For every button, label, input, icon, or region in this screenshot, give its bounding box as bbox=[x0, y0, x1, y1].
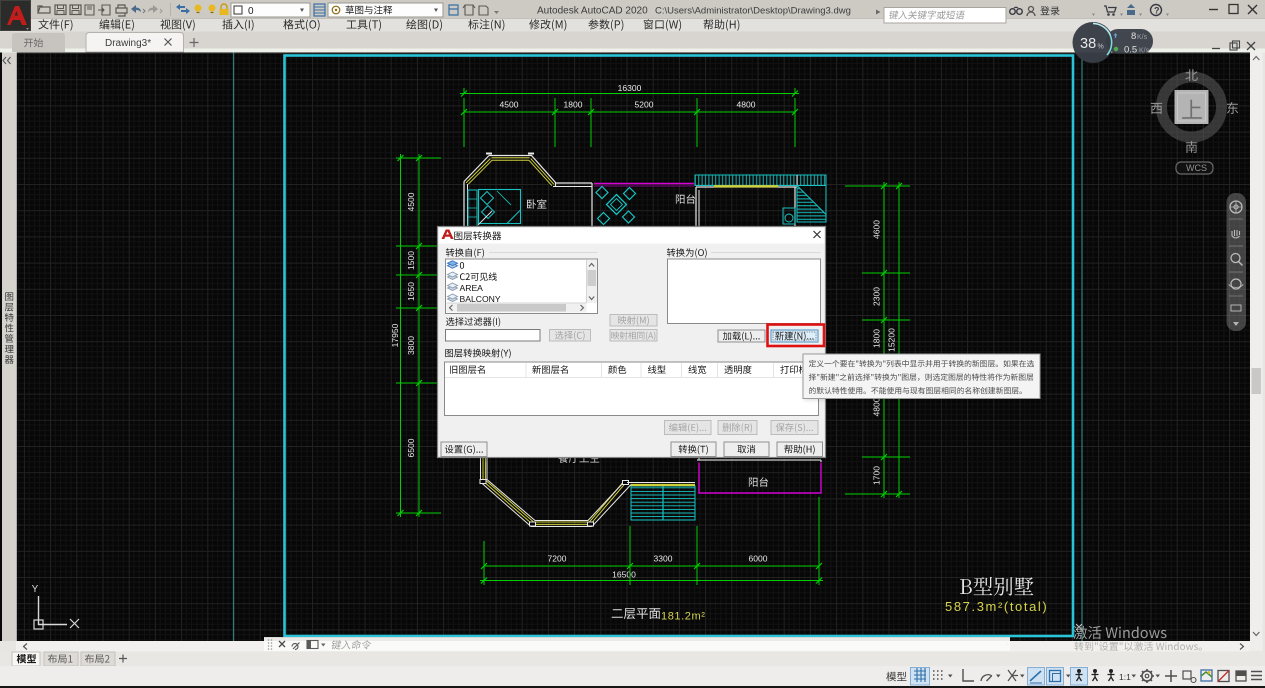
svg-text:15200: 15200 bbox=[887, 328, 897, 352]
svg-text:Drawing3*: Drawing3* bbox=[105, 38, 151, 49]
svg-text:4800: 4800 bbox=[737, 100, 756, 110]
svg-text:0: 0 bbox=[248, 6, 254, 17]
svg-text:6500: 6500 bbox=[406, 438, 416, 457]
svg-text:587.3m²(total): 587.3m²(total) bbox=[945, 599, 1048, 614]
svg-text:K/s: K/s bbox=[1137, 34, 1148, 41]
svg-text:1800: 1800 bbox=[872, 329, 882, 348]
svg-text:1700: 1700 bbox=[872, 466, 882, 485]
svg-text:4500: 4500 bbox=[406, 192, 416, 211]
svg-text:4500: 4500 bbox=[500, 100, 519, 110]
svg-text:Y: Y bbox=[32, 584, 39, 595]
svg-text:K/s: K/s bbox=[1139, 48, 1150, 55]
svg-text:16500: 16500 bbox=[612, 570, 636, 580]
svg-text:C:\Users\Administrator\Desktop: C:\Users\Administrator\Desktop\Drawing3.… bbox=[655, 6, 851, 17]
svg-text:1650: 1650 bbox=[406, 282, 416, 301]
svg-text:3800: 3800 bbox=[406, 336, 416, 355]
svg-text:1800: 1800 bbox=[564, 100, 583, 110]
svg-text:Autodesk AutoCAD 2020: Autodesk AutoCAD 2020 bbox=[537, 6, 648, 17]
svg-text:5200: 5200 bbox=[635, 100, 654, 110]
svg-text:4800: 4800 bbox=[872, 397, 882, 416]
svg-text:2300: 2300 bbox=[872, 287, 882, 306]
svg-text:16300: 16300 bbox=[618, 83, 642, 93]
svg-text:8: 8 bbox=[1131, 31, 1136, 42]
svg-text:AREA: AREA bbox=[460, 283, 484, 293]
svg-text:7200: 7200 bbox=[548, 554, 567, 564]
svg-text:WCS: WCS bbox=[1186, 163, 1207, 173]
svg-text:181.2m²: 181.2m² bbox=[661, 611, 706, 623]
svg-text:6000: 6000 bbox=[749, 554, 768, 564]
svg-text:1:1: 1:1 bbox=[1119, 672, 1131, 682]
svg-text:3300: 3300 bbox=[654, 554, 673, 564]
svg-text:%: % bbox=[1098, 44, 1104, 51]
svg-text:38: 38 bbox=[1080, 36, 1096, 52]
svg-text:?: ? bbox=[1154, 6, 1160, 16]
svg-text:0.5: 0.5 bbox=[1124, 45, 1137, 56]
svg-text:17950: 17950 bbox=[390, 323, 400, 347]
svg-text:4600: 4600 bbox=[872, 220, 882, 239]
svg-text:1500: 1500 bbox=[406, 251, 416, 270]
